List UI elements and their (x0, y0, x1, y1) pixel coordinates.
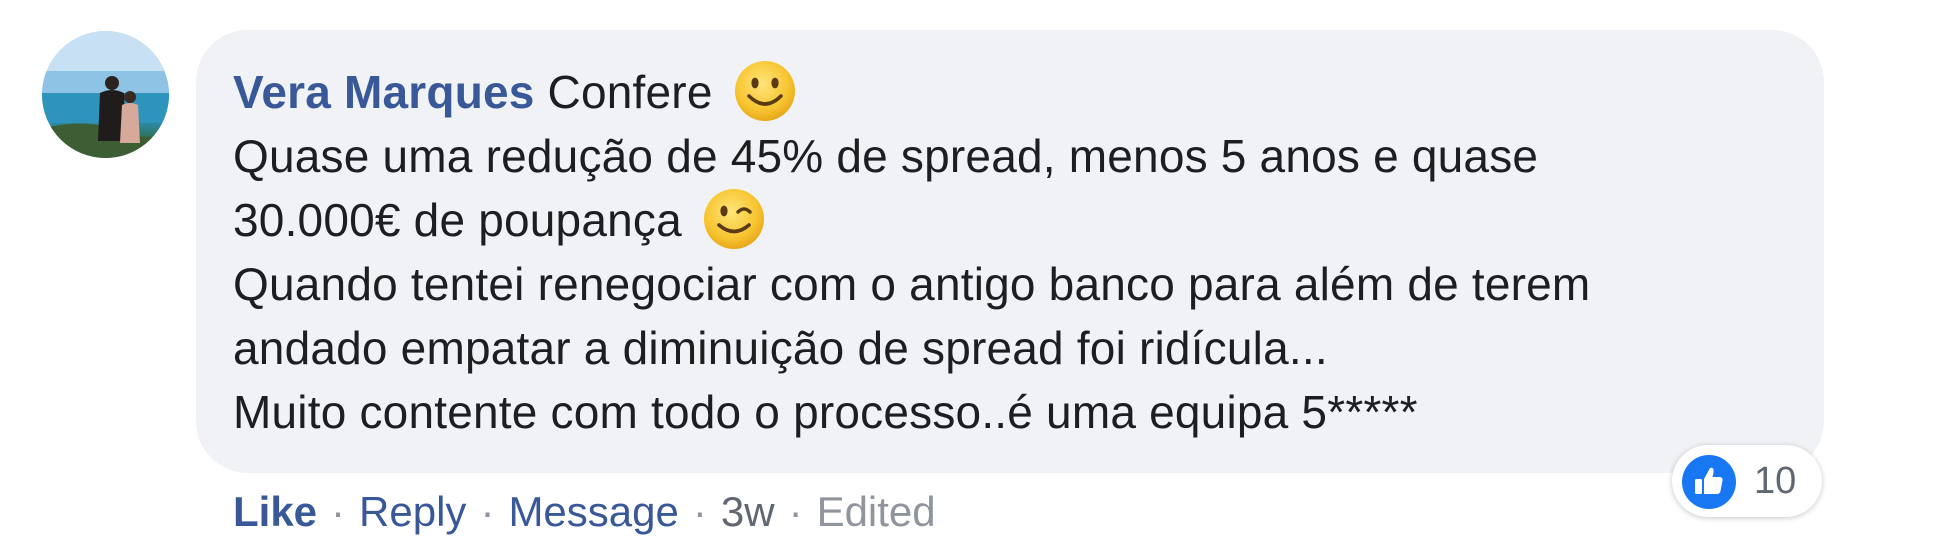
reaction-summary[interactable]: 10 (1672, 445, 1822, 517)
separator-dot: · (692, 488, 707, 535)
like-button[interactable]: Like (233, 488, 317, 535)
comment-line-2: Quase uma redução de 45% de spread, meno… (233, 130, 1539, 182)
separator-dot: · (331, 488, 346, 535)
author-name[interactable]: Vera Marques (233, 66, 535, 118)
thumbs-up-icon (1695, 467, 1723, 494)
avatar[interactable] (42, 31, 169, 158)
comment-line-3-text: 30.000€ de poupança (233, 194, 682, 246)
like-thumbs-up-icon (1682, 455, 1736, 509)
avatar-photo (42, 31, 169, 158)
comment-timestamp[interactable]: 3w (721, 488, 775, 535)
comment-actions: Like · Reply · Message · 3w · Edited (233, 484, 936, 540)
comment-body: Vera Marques Confere Quase uma redução d… (233, 60, 1793, 444)
separator-dot: · (788, 488, 803, 535)
message-button[interactable]: Message (508, 488, 678, 535)
reaction-count: 10 (1754, 460, 1797, 502)
comment-line-3: 30.000€ de poupança (233, 188, 1793, 252)
comment-line-6: Muito contente com todo o processo..é um… (233, 386, 1418, 438)
comment-line-1: Vera Marques Confere (233, 60, 1793, 124)
separator-dot: · (480, 488, 495, 535)
comment: Vera Marques Confere Quase uma redução d… (0, 0, 1951, 556)
reply-button[interactable]: Reply (359, 488, 466, 535)
edited-label[interactable]: Edited (817, 488, 936, 535)
comment-line-4: Quando tentei renegociar com o antigo ba… (233, 258, 1591, 310)
winking-face-emoji-icon (703, 188, 764, 249)
comment-first-text: Confere (547, 66, 713, 118)
comment-line-5: andado empatar a diminuição de spread fo… (233, 322, 1328, 374)
smiling-face-emoji-icon (734, 60, 795, 121)
